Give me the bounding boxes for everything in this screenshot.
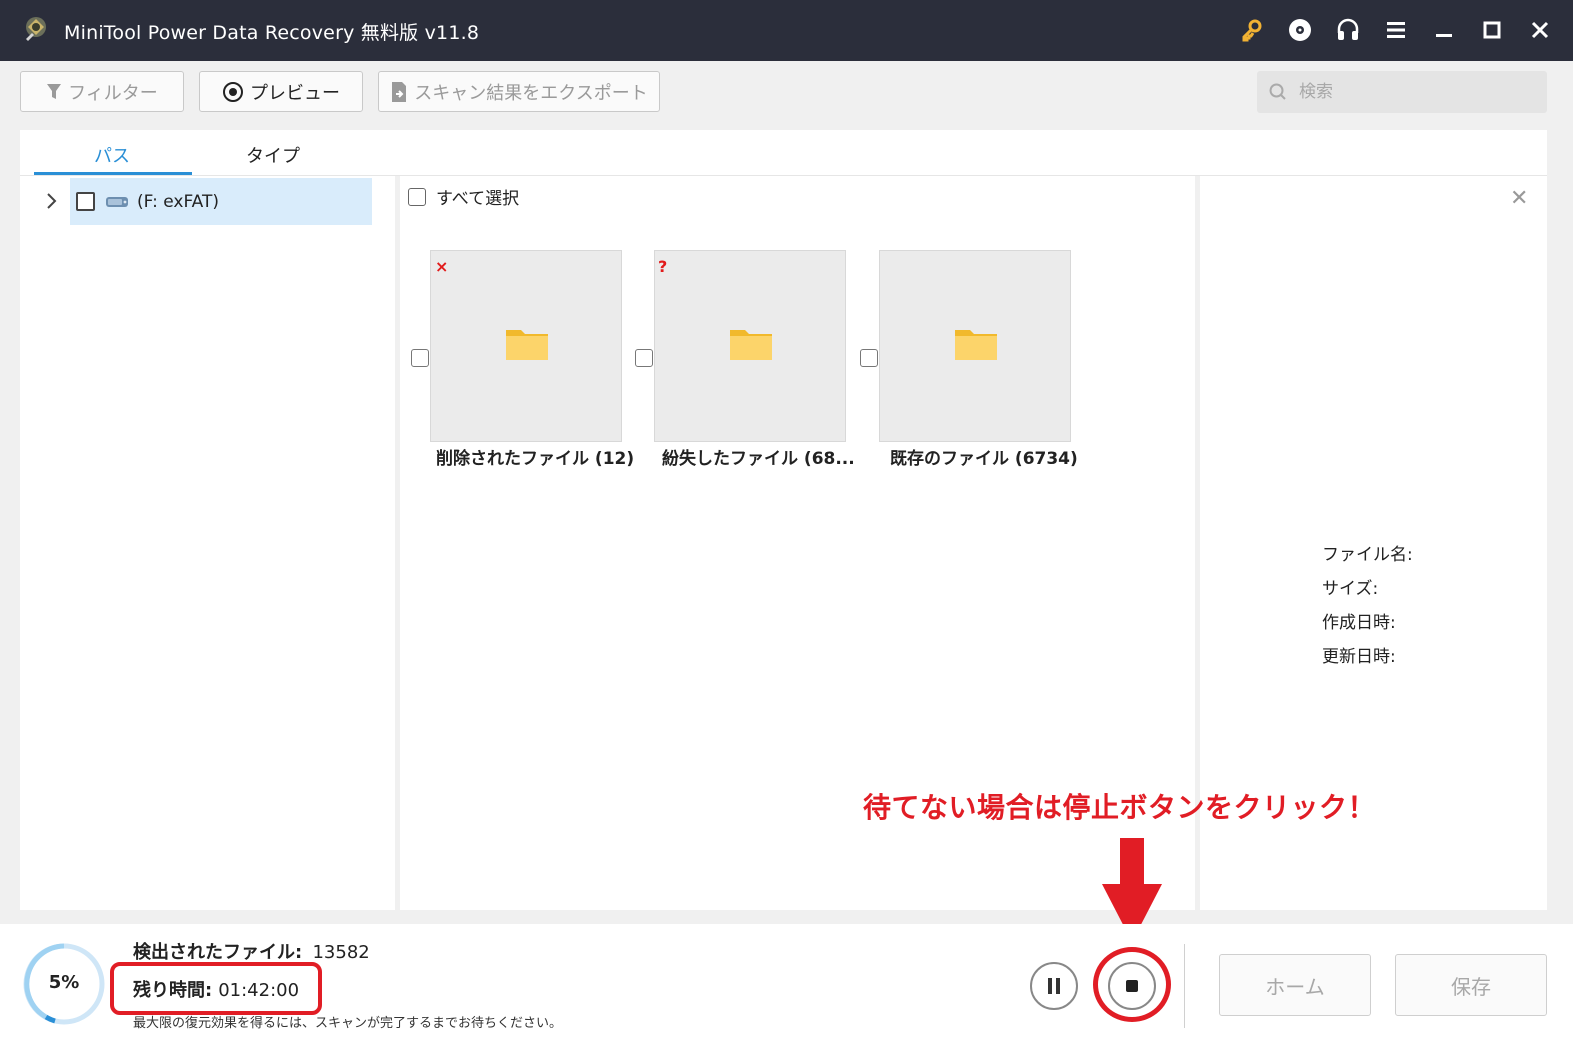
folder-tree: (F: exFAT)	[20, 176, 395, 910]
tab-path[interactable]: パス	[94, 142, 130, 168]
folder-checkbox[interactable]	[635, 349, 653, 367]
menu-icon[interactable]	[1381, 14, 1411, 46]
home-button[interactable]: ホーム	[1219, 954, 1371, 1016]
tree-item-checkbox[interactable]	[76, 192, 95, 211]
disc-icon[interactable]	[1285, 14, 1315, 46]
minimize-icon[interactable]	[1429, 14, 1459, 46]
select-all-checkbox[interactable]	[408, 187, 426, 206]
title-bar: MiniTool Power Data Recovery 無料版 v11.8	[0, 0, 1573, 61]
filter-button[interactable]: フィルター	[20, 71, 184, 112]
folder-checkbox[interactable]	[860, 349, 878, 367]
window-title: MiniTool Power Data Recovery 無料版 v11.8	[64, 22, 480, 44]
eye-icon	[223, 81, 243, 102]
drive-icon	[106, 196, 128, 207]
folder-label: 紛失したファイル (68...	[662, 449, 855, 469]
annotation-highlight-box	[110, 962, 322, 1015]
tab-bar: パス タイプ	[20, 130, 395, 176]
folder-card-lost[interactable]: ?	[654, 250, 846, 442]
folder-icon	[730, 330, 772, 360]
maximize-icon[interactable]	[1477, 14, 1507, 46]
filter-icon	[47, 83, 62, 99]
pause-button[interactable]	[1030, 962, 1078, 1010]
search-icon	[1269, 83, 1286, 100]
folder-card-deleted[interactable]: ×	[430, 250, 622, 442]
search-input[interactable]	[1299, 82, 1519, 102]
headset-icon[interactable]	[1333, 14, 1363, 46]
size-label: サイズ:	[1322, 579, 1379, 599]
search-box[interactable]	[1257, 71, 1547, 113]
select-all-label: すべて選択	[436, 189, 520, 209]
export-icon	[392, 81, 407, 102]
status-bar: 5% 検出されたファイル: 13582 残り時間: 01:42:00 最大限の復元…	[0, 924, 1573, 1048]
folder-label: 削除されたファイル (12)	[436, 449, 635, 469]
preview-button[interactable]: プレビュー	[199, 71, 363, 112]
tab-type[interactable]: タイプ	[246, 142, 300, 168]
found-files: 検出されたファイル: 13582	[133, 938, 370, 964]
save-button[interactable]: 保存	[1395, 954, 1547, 1016]
filter-label: フィルター	[68, 82, 158, 104]
deleted-badge: ×	[435, 257, 449, 276]
found-label: 検出されたファイル:	[133, 942, 303, 963]
close-preview-icon[interactable]: ✕	[1510, 186, 1528, 211]
key-icon[interactable]	[1237, 14, 1267, 46]
created-label: 作成日時:	[1322, 613, 1396, 633]
select-all[interactable]: すべて選択	[408, 184, 519, 209]
export-button[interactable]: スキャン結果をエクスポート	[378, 71, 660, 112]
modified-label: 更新日時:	[1322, 647, 1396, 667]
folder-checkbox[interactable]	[411, 349, 429, 367]
tree-item-drive[interactable]: (F: exFAT)	[47, 178, 372, 225]
pause-icon	[1048, 978, 1060, 994]
drive-label: (F: exFAT)	[137, 191, 219, 212]
folder-card-existing[interactable]	[879, 250, 1071, 442]
filename-label: ファイル名:	[1322, 545, 1413, 565]
export-label: スキャン結果をエクスポート	[414, 82, 648, 104]
found-value: 13582	[312, 942, 370, 963]
lost-badge: ?	[658, 257, 668, 276]
progress-percent: 5%	[48, 972, 80, 993]
file-details: ファイル名: サイズ: 作成日時: 更新日時:	[1322, 538, 1413, 674]
chevron-right-icon[interactable]	[46, 192, 58, 210]
annotation-text: 待てない場合は停止ボタンをクリック！	[863, 791, 1377, 824]
folder-label: 既存のファイル (6734)	[890, 449, 1078, 469]
folder-icon	[506, 330, 548, 360]
toolbar: フィルター プレビュー スキャン結果をエクスポート	[0, 61, 1573, 123]
folder-icon	[955, 330, 997, 360]
preview-label: プレビュー	[250, 82, 340, 104]
app-logo-icon	[26, 17, 46, 41]
annotation-highlight-circle	[1093, 947, 1171, 1022]
close-icon[interactable]	[1525, 14, 1555, 46]
